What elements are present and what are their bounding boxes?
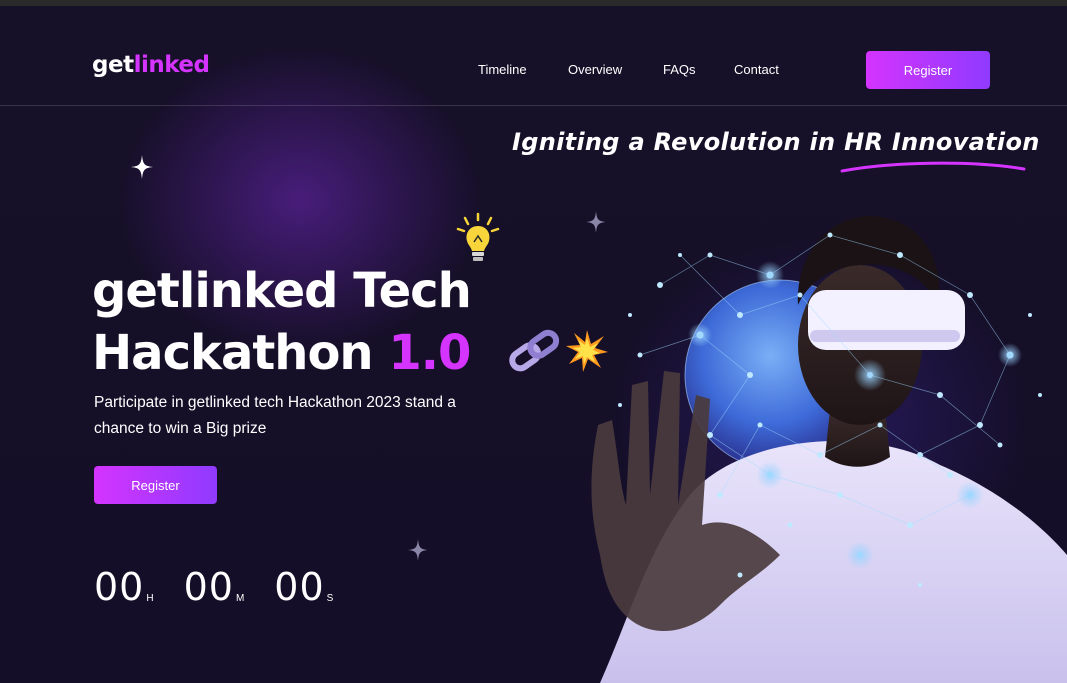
nav-timeline[interactable]: Timeline	[478, 62, 527, 77]
nav-contact[interactable]: Contact	[734, 62, 779, 77]
countdown-timer: 00 H 00 M 00 S	[94, 568, 333, 606]
seconds-label: S	[326, 593, 334, 604]
sparkle-star-icon	[408, 539, 428, 561]
minutes-value: 00	[183, 565, 234, 609]
hero-title-version: 1.0	[388, 325, 471, 381]
header-register-button[interactable]: Register	[866, 51, 990, 89]
hours-value: 00	[94, 565, 145, 609]
countdown-seconds: 00 S	[274, 568, 333, 606]
hero-register-button[interactable]: Register	[94, 466, 217, 504]
minutes-label: M	[235, 593, 245, 604]
hero-image-vr-man	[591, 216, 1067, 683]
tagline-underline	[840, 161, 1026, 173]
nav-faqs[interactable]: FAQs	[663, 62, 696, 77]
logo-part-linked: linked	[133, 52, 210, 78]
logo[interactable]: getlinked	[92, 52, 210, 78]
hero-title-line2: Hackathon 1.0	[92, 322, 471, 384]
logo-part-get: get	[92, 52, 134, 78]
landing-page: getlinked Timeline Overview FAQs Contact…	[0, 0, 1067, 683]
site-header: getlinked Timeline Overview FAQs Contact…	[0, 6, 1067, 106]
hero-title-line1: getlinked Tech	[92, 263, 472, 319]
seconds-value: 00	[274, 565, 325, 609]
hours-label: H	[146, 593, 154, 604]
hero-description: Participate in getlinked tech Hackathon …	[94, 394, 456, 437]
hero-title-hackathon: Hackathon	[92, 325, 374, 381]
nav-overview[interactable]: Overview	[568, 62, 622, 77]
countdown-minutes: 00 M	[184, 568, 245, 606]
hero-title: getlinked Tech Hackathon 1.0	[92, 260, 472, 384]
sparkle-star-icon	[131, 155, 153, 179]
countdown-hours: 00 H	[94, 568, 154, 606]
tagline: Igniting a Revolution in HR Innovation	[512, 128, 1040, 156]
